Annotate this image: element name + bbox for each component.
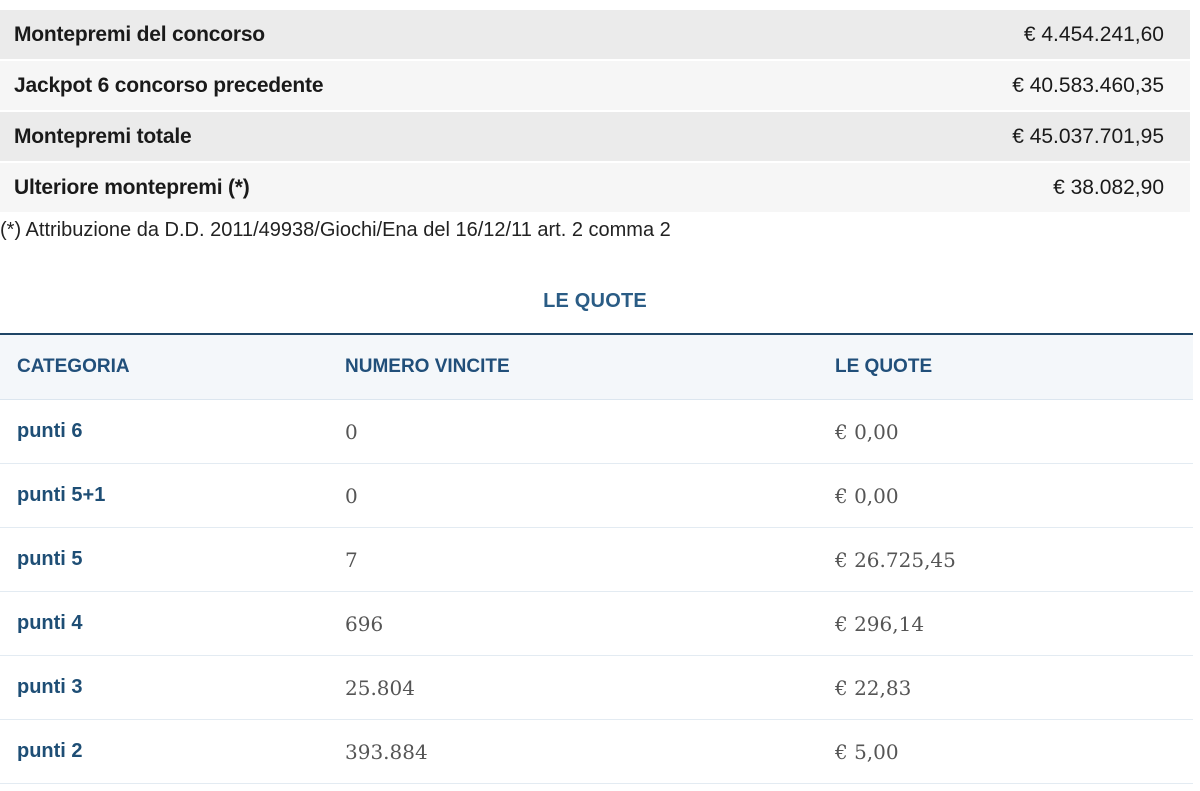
quote-table: CATEGORIA NUMERO VINCITE LE QUOTE punti … — [0, 333, 1193, 784]
summary-label: Ulteriore montepremi (*) — [14, 175, 250, 199]
row-categoria: punti 4 — [17, 612, 83, 634]
summary-row-montepremi-concorso: Montepremi del concorso € 4.454.241,60 — [0, 10, 1190, 59]
row-categoria: punti 5 — [17, 548, 83, 570]
row-categoria: punti 6 — [17, 420, 83, 442]
header-categoria: CATEGORIA — [17, 356, 130, 377]
table-row: punti 5 7 € 26.725,45 — [0, 528, 1193, 592]
table-row: punti 5+1 0 € 0,00 — [0, 464, 1193, 528]
summary-row-montepremi-totale: Montepremi totale € 45.037.701,95 — [0, 112, 1190, 161]
header-numero-vincite: NUMERO VINCITE — [345, 356, 510, 377]
summary-row-jackpot-precedente: Jackpot 6 concorso precedente € 40.583.4… — [0, 61, 1190, 110]
summary-value: € 45.037.701,95 — [1012, 124, 1164, 148]
row-numero-vincite: 0 — [345, 419, 358, 444]
table-header: CATEGORIA NUMERO VINCITE LE QUOTE — [0, 335, 1193, 400]
summary-value: € 38.082,90 — [1053, 175, 1164, 199]
summary-value: € 40.583.460,35 — [1012, 73, 1164, 97]
row-numero-vincite: 696 — [345, 611, 384, 636]
row-quota: € 5,00 — [835, 739, 899, 764]
row-numero-vincite: 7 — [345, 547, 358, 572]
row-numero-vincite: 393.884 — [345, 739, 428, 764]
row-quota: € 26.725,45 — [835, 547, 956, 572]
row-quota: € 0,00 — [835, 483, 899, 508]
row-categoria: punti 5+1 — [17, 484, 106, 506]
summary-label: Montepremi del concorso — [14, 22, 265, 46]
header-le-quote: LE QUOTE — [835, 356, 933, 377]
summary-label: Jackpot 6 concorso precedente — [14, 73, 324, 97]
summary-value: € 4.454.241,60 — [1023, 22, 1164, 46]
row-numero-vincite: 0 — [345, 483, 358, 508]
row-quota: € 22,83 — [835, 675, 912, 700]
table-row: punti 6 0 € 0,00 — [0, 400, 1193, 464]
row-categoria: punti 2 — [17, 740, 83, 762]
row-categoria: punti 3 — [17, 676, 83, 698]
table-row: punti 3 25.804 € 22,83 — [0, 656, 1193, 720]
footnote: (*) Attribuzione da D.D. 2011/49938/Gioc… — [0, 219, 671, 241]
table-row: punti 2 393.884 € 5,00 — [0, 720, 1193, 784]
row-quota: € 0,00 — [835, 419, 899, 444]
table-row: punti 4 696 € 296,14 — [0, 592, 1193, 656]
section-title: LE QUOTE — [543, 290, 647, 312]
row-numero-vincite: 25.804 — [345, 675, 415, 700]
summary-label: Montepremi totale — [14, 124, 192, 148]
row-quota: € 296,14 — [835, 611, 925, 636]
summary-row-ulteriore-montepremi: Ulteriore montepremi (*) € 38.082,90 — [0, 163, 1190, 212]
prize-pool-summary: Montepremi del concorso € 4.454.241,60 J… — [0, 10, 1190, 214]
